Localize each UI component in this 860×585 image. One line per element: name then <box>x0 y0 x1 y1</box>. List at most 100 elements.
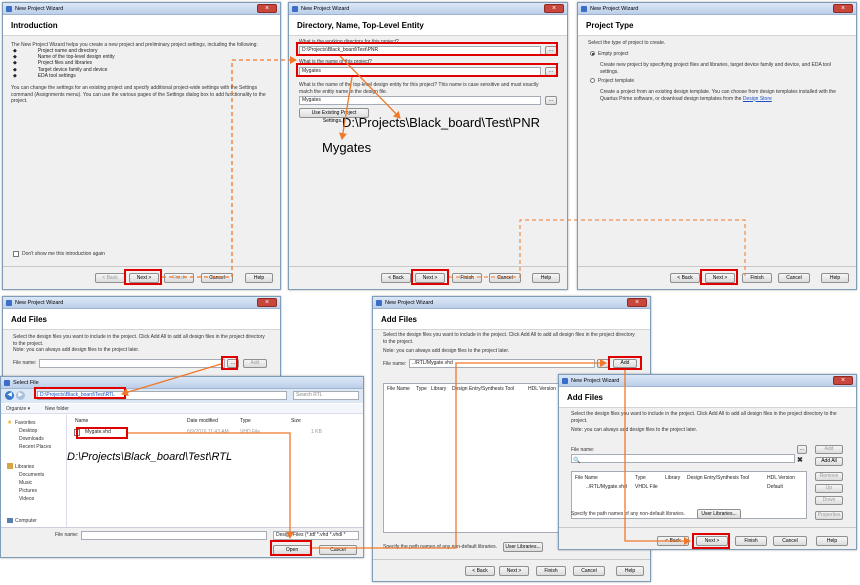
col-library[interactable]: Library <box>431 386 446 392</box>
next-button[interactable]: Next > <box>415 273 445 283</box>
organize-button[interactable]: Organize ▾ <box>6 406 30 412</box>
next-button[interactable]: Next > <box>696 536 728 546</box>
next-button[interactable]: Next > <box>705 273 735 283</box>
titlebar[interactable]: New Project Wizard × <box>3 3 280 15</box>
top-browse-button[interactable]: ... <box>545 96 557 105</box>
back-button[interactable]: < Back <box>95 273 125 283</box>
col-synthesis-tool[interactable]: Design Entry/Synthesis Tool <box>452 386 514 392</box>
dont-show-checkbox[interactable] <box>13 251 19 257</box>
titlebar[interactable]: New Project Wizard × <box>559 375 856 387</box>
top-input[interactable]: Mygates <box>299 96 541 105</box>
add-button[interactable]: Add <box>815 445 843 454</box>
user-libraries-button[interactable]: User Libraries... <box>697 509 741 519</box>
cancel-button[interactable]: Cancel <box>201 273 233 283</box>
titlebar[interactable]: Select File <box>1 377 363 389</box>
file-name-input[interactable]: ../RTL/Mygate.vhd <box>409 359 595 368</box>
col-type[interactable]: Type <box>240 418 251 424</box>
nav-downloads[interactable]: Downloads <box>19 436 44 442</box>
help-button[interactable]: Help <box>616 566 644 576</box>
empty-project-radio[interactable] <box>590 51 595 56</box>
col-hdl-version[interactable]: HDL Version <box>528 386 556 392</box>
nav-music[interactable]: Music <box>19 480 32 486</box>
col-file-name[interactable]: File Name <box>575 475 598 481</box>
titlebar[interactable]: New Project Wizard × <box>578 3 856 15</box>
user-libraries-button[interactable]: User Libraries... <box>503 542 543 552</box>
nav-documents[interactable]: Documents <box>19 472 44 478</box>
nav-favorites[interactable]: Favorites <box>15 420 36 426</box>
address-bar[interactable]: D:\Projects\Black_board\Test\RTL <box>37 391 287 400</box>
cancel-button[interactable]: Cancel <box>573 566 605 576</box>
file-type-filter[interactable]: Design Files (*.tdf *.vhd *.vhdl * <box>273 531 359 540</box>
col-name[interactable]: Name <box>75 418 88 424</box>
back-button[interactable]: < Back <box>670 273 700 283</box>
close-icon[interactable]: × <box>257 4 277 13</box>
help-button[interactable]: Help <box>532 273 560 283</box>
nav-recent[interactable]: Recent Places <box>19 444 51 450</box>
design-store-link[interactable]: Design Store <box>743 96 772 102</box>
help-button[interactable]: Help <box>245 273 273 283</box>
open-button[interactable]: Open <box>273 545 311 555</box>
close-icon[interactable]: × <box>833 376 853 385</box>
file-browse-button[interactable]: ... <box>797 445 807 454</box>
help-button[interactable]: Help <box>821 273 849 283</box>
col-hdl-version[interactable]: HDL Version <box>767 475 795 481</box>
col-date[interactable]: Date modified <box>187 418 218 424</box>
nav-pictures[interactable]: Pictures <box>19 488 37 494</box>
nav-libraries[interactable]: Libraries <box>15 464 34 470</box>
name-browse-button[interactable]: ... <box>545 67 557 76</box>
clear-icon[interactable]: ✖ <box>797 456 803 464</box>
file-row[interactable]: Mygate.vhd 6/9/2016 11:43 AM VHD File 1 … <box>71 428 361 437</box>
finish-button[interactable]: Finish <box>742 273 772 283</box>
back-button[interactable]: < Back <box>381 273 411 283</box>
titlebar[interactable]: New Project Wizard × <box>3 297 280 309</box>
fd-file-name-input[interactable] <box>81 531 267 540</box>
name-input[interactable]: Mygates <box>299 67 541 76</box>
col-library[interactable]: Library <box>665 475 680 481</box>
close-icon[interactable]: × <box>627 298 647 307</box>
file-browse-button[interactable]: ... <box>597 359 609 368</box>
col-type[interactable]: Type <box>635 475 646 481</box>
col-type[interactable]: Type <box>416 386 427 392</box>
back-nav-icon[interactable]: ◀ <box>5 391 14 400</box>
fd-cancel-button[interactable]: Cancel <box>319 545 357 555</box>
next-button[interactable]: Next > <box>129 273 159 283</box>
file-name-input[interactable] <box>571 454 795 463</box>
col-size[interactable]: Size <box>291 418 301 424</box>
finish-button[interactable]: Finish <box>536 566 566 576</box>
cancel-button[interactable]: Cancel <box>489 273 521 283</box>
back-button[interactable]: < Back <box>657 536 689 546</box>
titlebar[interactable]: New Project Wizard × <box>373 297 650 309</box>
file-name-input[interactable] <box>39 359 225 368</box>
up-button[interactable]: Up <box>815 484 843 493</box>
close-icon[interactable]: × <box>544 4 564 13</box>
properties-button[interactable]: Properties <box>815 511 843 520</box>
help-button[interactable]: Help <box>816 536 848 546</box>
add-all-button[interactable]: Add All <box>815 457 843 466</box>
file-browse-button[interactable]: ... <box>227 359 239 368</box>
close-icon[interactable]: × <box>833 4 853 13</box>
cancel-button[interactable]: Cancel <box>778 273 810 283</box>
table-row[interactable]: ../RTL/Mygate.vhd VHDL File Default <box>572 483 806 491</box>
col-file-name[interactable]: File Name <box>387 386 410 392</box>
close-icon[interactable]: × <box>257 298 277 307</box>
dir-browse-button[interactable]: ... <box>545 46 557 55</box>
search-input[interactable]: Search RTL <box>293 391 359 400</box>
template-project-radio[interactable] <box>590 78 595 83</box>
nav-desktop[interactable]: Desktop <box>19 428 37 434</box>
titlebar[interactable]: New Project Wizard × <box>289 3 567 15</box>
next-button[interactable]: Next > <box>499 566 529 576</box>
nav-videos[interactable]: Videos <box>19 496 34 502</box>
forward-nav-icon[interactable]: ▶ <box>16 391 25 400</box>
col-synthesis-tool[interactable]: Design Entry/Synthesis Tool <box>687 475 749 481</box>
dir-input[interactable]: D:\Projects\Black_board\Test\PNR <box>299 46 541 55</box>
back-button[interactable]: < Back <box>465 566 495 576</box>
finish-button[interactable]: Finish <box>164 273 194 283</box>
cancel-button[interactable]: Cancel <box>773 536 807 546</box>
remove-button[interactable]: Remove <box>815 472 843 481</box>
nav-computer[interactable]: Computer <box>15 518 37 524</box>
finish-button[interactable]: Finish <box>735 536 767 546</box>
add-button[interactable]: Add <box>243 359 267 368</box>
new-folder-button[interactable]: New folder <box>45 406 69 412</box>
finish-button[interactable]: Finish <box>452 273 482 283</box>
add-button[interactable]: Add <box>613 359 637 368</box>
